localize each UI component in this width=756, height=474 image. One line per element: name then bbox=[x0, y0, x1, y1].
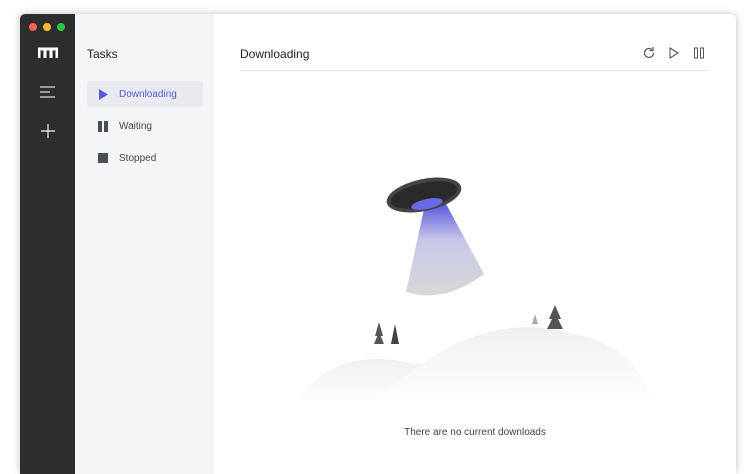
app-window: Tasks Downloading Waiting Stopped Downlo… bbox=[20, 14, 736, 474]
item-label: Waiting bbox=[119, 120, 152, 132]
ufo-illustration bbox=[294, 177, 654, 404]
tasks-title: Tasks bbox=[87, 47, 118, 61]
pause-icon bbox=[98, 120, 108, 132]
main-content: Downloading There are no current downloa… bbox=[214, 14, 736, 474]
play-icon bbox=[99, 88, 108, 100]
menu-icon[interactable] bbox=[40, 86, 56, 98]
divider bbox=[240, 70, 710, 71]
page-title: Downloading bbox=[240, 47, 310, 61]
add-icon[interactable] bbox=[40, 123, 56, 139]
maximize-window-button[interactable] bbox=[57, 23, 65, 31]
tasks-panel: Tasks Downloading Waiting Stopped bbox=[75, 14, 214, 474]
tasks-item-stopped[interactable]: Stopped bbox=[87, 145, 203, 171]
play-icon[interactable] bbox=[667, 46, 681, 60]
close-window-button[interactable] bbox=[29, 23, 37, 31]
tasks-item-downloading[interactable]: Downloading bbox=[87, 81, 203, 107]
refresh-icon[interactable] bbox=[642, 46, 656, 60]
logo-icon bbox=[38, 47, 58, 58]
app-sidebar bbox=[20, 14, 75, 474]
tasks-item-waiting[interactable]: Waiting bbox=[87, 113, 203, 139]
item-label: Downloading bbox=[119, 88, 177, 100]
stop-icon bbox=[98, 153, 108, 163]
item-label: Stopped bbox=[119, 152, 157, 164]
minimize-window-button[interactable] bbox=[43, 23, 51, 31]
empty-state-text: There are no current downloads bbox=[404, 427, 546, 438]
pause-icon[interactable] bbox=[692, 46, 706, 60]
